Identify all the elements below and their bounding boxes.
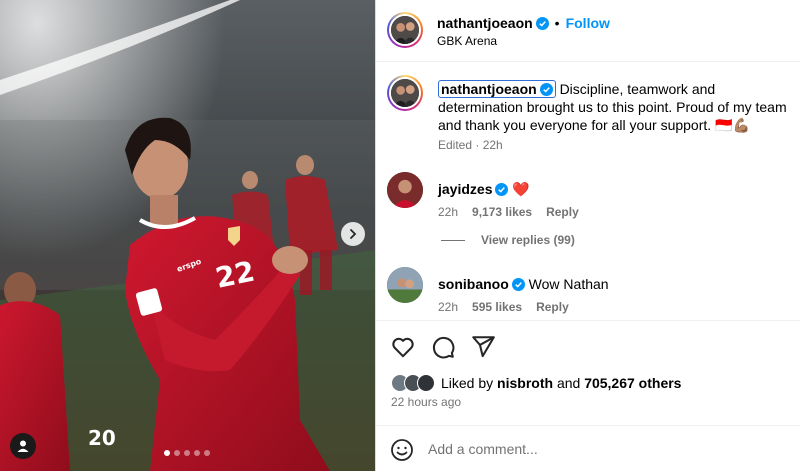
commenter-avatar[interactable] <box>387 172 423 208</box>
caption-edited-meta: Edited · 22h <box>438 138 503 152</box>
comment-username[interactable]: jayidzes <box>438 181 492 197</box>
comment-likes[interactable]: 9,173 likes <box>472 205 532 219</box>
carousel-dot <box>184 450 190 456</box>
view-replies-button[interactable]: View replies (99) <box>441 233 575 247</box>
emoji-icon[interactable] <box>390 438 414 462</box>
comment-body: jayidzes ❤️ <box>438 181 530 198</box>
caption-text-block: nathantjoeaon Discipline, teamwork and d… <box>438 80 798 134</box>
action-icons <box>390 334 496 360</box>
comment-icon[interactable] <box>430 334 456 360</box>
separator-dot: • <box>554 15 560 31</box>
post-location[interactable]: GBK Arena <box>437 34 497 48</box>
post-time-ago[interactable]: 22 hours ago <box>391 395 461 409</box>
comment-item: jayidzes ❤️ 22h 9,173 likes Reply <box>387 172 792 219</box>
comment-meta: 22h 9,173 likes Reply <box>438 205 593 219</box>
comment-item: sonibanoo Wow Nathan 22h 595 likes Reply <box>387 267 792 314</box>
carousel-dot <box>204 450 210 456</box>
heart-icon[interactable] <box>390 334 416 360</box>
liker-avatar[interactable] <box>417 374 435 392</box>
carousel-dot <box>174 450 180 456</box>
comment-reply-button[interactable]: Reply <box>546 205 579 219</box>
post-side-panel: nathantjoeaon • Follow GBK Arena nathantjo… <box>375 0 800 471</box>
replies-divider-line <box>441 239 465 241</box>
comment-body: sonibanoo Wow Nathan <box>438 276 609 292</box>
verified-badge-icon <box>539 83 553 96</box>
verified-badge-icon <box>495 183 509 196</box>
carousel-indicator <box>164 450 210 456</box>
author-avatar[interactable] <box>387 12 423 48</box>
author-username[interactable]: nathantjoeaon <box>437 15 533 31</box>
carousel-next-button[interactable] <box>341 222 365 246</box>
liked-by-user[interactable]: nisbroth <box>497 375 553 391</box>
comment-meta: 22h 595 likes Reply <box>438 300 583 314</box>
post-photo: 20 22 erspo <box>0 0 375 471</box>
comment-composer <box>376 425 800 471</box>
post-media[interactable]: 20 22 erspo <box>0 0 375 471</box>
liked-by-line: Liked by nisbroth and 705,267 others <box>391 374 681 392</box>
comment-username[interactable]: sonibanoo <box>438 276 509 292</box>
verified-badge-icon <box>535 17 549 30</box>
liked-by-and: and <box>556 375 581 391</box>
add-comment-input[interactable] <box>428 438 778 460</box>
author-avatar[interactable] <box>387 75 423 111</box>
liker-avatars <box>391 374 435 392</box>
comment-time: 22h <box>438 300 459 314</box>
comment-likes[interactable]: 595 likes <box>472 300 522 314</box>
liked-by-others[interactable]: 705,267 others <box>584 375 681 391</box>
user-tag-icon <box>17 440 29 452</box>
comment-text: ❤️ <box>512 181 530 197</box>
user-tags-button[interactable] <box>10 433 36 459</box>
verified-badge-icon <box>511 278 525 291</box>
commenter-avatar[interactable] <box>387 267 423 303</box>
share-icon[interactable] <box>470 334 496 360</box>
carousel-dot <box>194 450 200 456</box>
follow-button[interactable]: Follow <box>566 15 610 31</box>
post-header: nathantjoeaon • Follow GBK Arena <box>376 0 800 62</box>
caption-author-username[interactable]: nathantjoeaon <box>438 80 556 98</box>
comment-time: 22h <box>438 205 459 219</box>
comment-reply-button[interactable]: Reply <box>536 300 569 314</box>
chevron-right-icon <box>350 229 357 239</box>
svg-text:20: 20 <box>88 426 116 450</box>
comment-text: Wow Nathan <box>528 276 609 292</box>
post-actions-section: Liked by nisbroth and 705,267 others 22 … <box>376 320 800 471</box>
header-author-line: nathantjoeaon • Follow <box>437 15 610 31</box>
carousel-dot <box>164 450 170 456</box>
liked-by-prefix: Liked by <box>441 375 494 391</box>
caption-username-text[interactable]: nathantjoeaon <box>441 81 537 97</box>
view-replies-label: View replies (99) <box>481 233 575 247</box>
